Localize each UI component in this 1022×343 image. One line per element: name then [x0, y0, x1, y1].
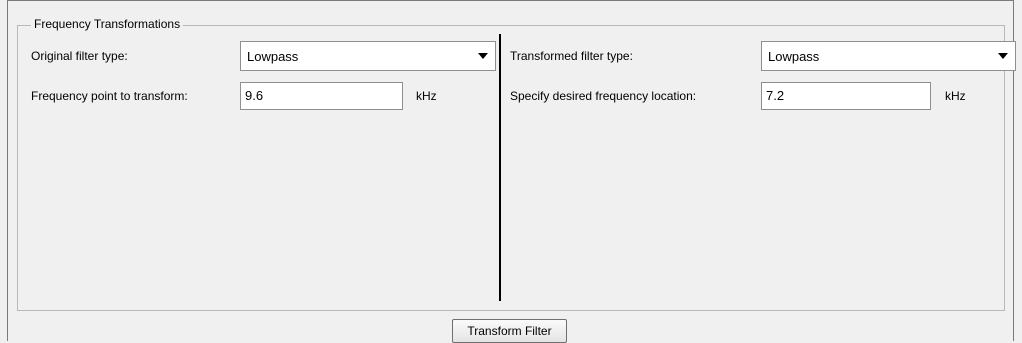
- column-divider: [499, 34, 501, 301]
- transform-filter-button[interactable]: Transform Filter: [452, 319, 567, 343]
- desired-frequency-input[interactable]: 7.2: [761, 82, 931, 110]
- transformed-filter-type-value: Lowpass: [768, 49, 820, 64]
- transformed-filter-type-label: Transformed filter type:: [510, 49, 633, 63]
- chevron-down-icon[interactable]: [991, 42, 1015, 70]
- group-title: Frequency Transformations: [31, 17, 184, 31]
- desired-frequency-unit: kHz: [945, 89, 966, 103]
- transformed-filter-type-dropdown[interactable]: Lowpass: [761, 41, 1016, 71]
- desired-frequency-label: Specify desired frequency location:: [510, 89, 697, 103]
- chevron-down-icon[interactable]: [471, 42, 495, 70]
- frequency-point-unit: kHz: [416, 89, 437, 103]
- original-filter-type-value: Lowpass: [247, 49, 299, 64]
- frequency-point-input[interactable]: 9.6: [240, 82, 403, 110]
- original-filter-type-label: Original filter type:: [31, 49, 128, 63]
- original-filter-type-dropdown[interactable]: Lowpass: [240, 41, 496, 71]
- frequency-point-label: Frequency point to transform:: [31, 89, 188, 103]
